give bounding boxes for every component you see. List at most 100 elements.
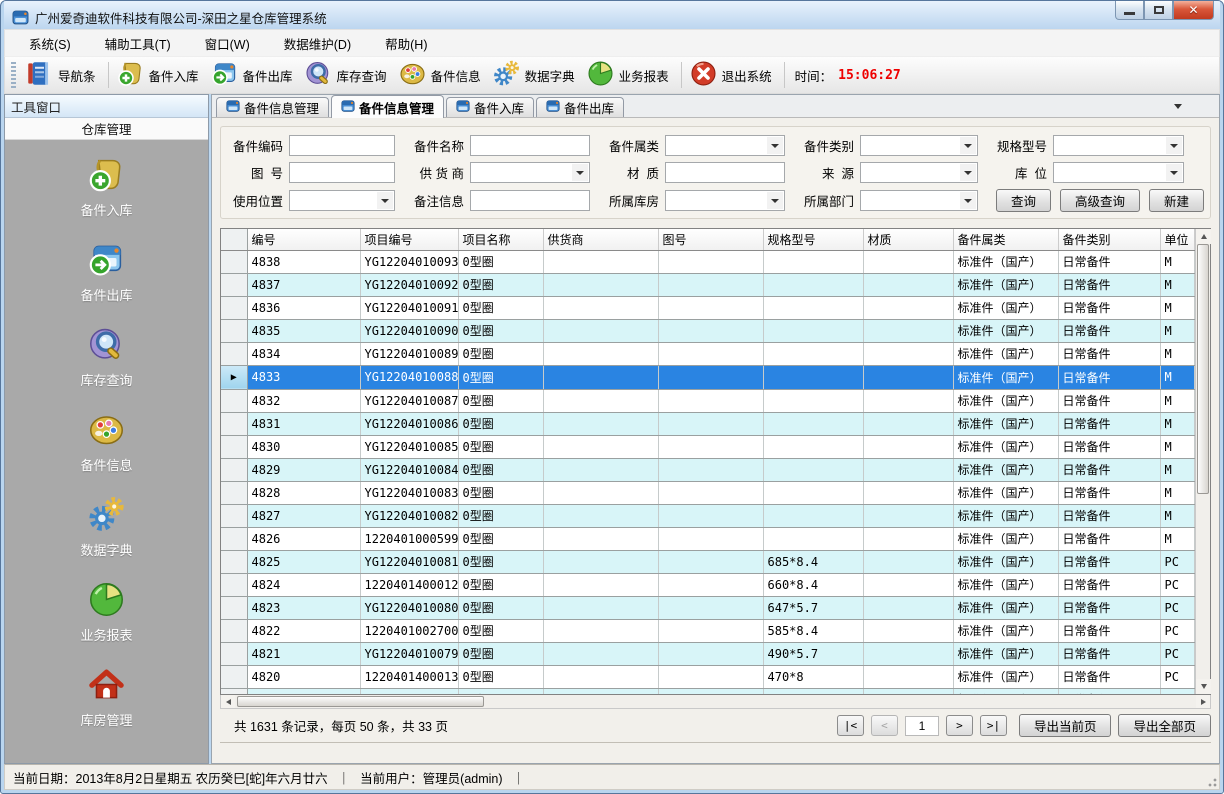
table-row[interactable]: ▶ 4828 YG12204010083 0型圈 标准件（国产） 日常备件 M xyxy=(221,481,1195,504)
scroll-right-button[interactable] xyxy=(1196,695,1210,708)
row-selector-cell[interactable]: ▶ xyxy=(221,250,247,273)
table-row[interactable]: ▶ 4821 YG12204010079 0型圈 490*5.7 标准件（国产）… xyxy=(221,642,1195,665)
horizontal-scroll-thumb[interactable] xyxy=(237,696,484,707)
toolbar-navigator[interactable]: 导航条 xyxy=(22,57,104,93)
menu-aux-tools[interactable]: 辅助工具(T) xyxy=(105,34,171,53)
table-row[interactable]: ▶ 4831 YG12204010086 0型圈 标准件（国产） 日常备件 M xyxy=(221,412,1195,435)
row-selector-cell[interactable]: ▶ xyxy=(221,319,247,342)
vertical-scrollbar[interactable] xyxy=(1195,229,1210,694)
table-row[interactable]: ▶ 4827 YG12204010082 0型圈 标准件（国产） 日常备件 M xyxy=(221,504,1195,527)
part-type-combo[interactable] xyxy=(860,135,978,156)
row-selector-cell[interactable]: ▶ xyxy=(221,550,247,573)
table-row-partial[interactable]: 0型圈 标准件（国产） 日常备件 xyxy=(221,688,1195,694)
menu-window[interactable]: 窗口(W) xyxy=(205,34,250,53)
menu-help[interactable]: 帮助(H) xyxy=(385,34,427,53)
title-bar[interactable]: 广州爱奇迪软件科技有限公司-深田之星仓库管理系统 ✕ xyxy=(4,1,1220,29)
toolbar-business-report[interactable]: 业务报表 xyxy=(583,57,677,93)
warehouse-combo[interactable] xyxy=(665,190,785,211)
header-unit[interactable]: 单位 xyxy=(1160,229,1195,250)
toolbar-stock-query[interactable]: 库存查询 xyxy=(301,57,395,93)
last-page-button[interactable]: >| xyxy=(980,715,1007,736)
part-code-input[interactable] xyxy=(289,135,395,156)
tab-close-button[interactable] xyxy=(1195,99,1209,113)
row-selector-cell[interactable]: ▶ xyxy=(221,342,247,365)
sidebar-item-business-report[interactable]: 业务报表 xyxy=(5,581,208,644)
export-all-pages-button[interactable]: 导出全部页 xyxy=(1118,714,1211,737)
next-page-button[interactable]: > xyxy=(946,715,973,736)
menu-data-maintenance[interactable]: 数据维护(D) xyxy=(284,34,351,53)
supplier-combo[interactable] xyxy=(470,162,590,183)
tab-parts-info-management-2[interactable]: 备件信息管理 xyxy=(331,95,444,118)
toolbar-grip[interactable] xyxy=(11,62,16,88)
toolbar-data-dictionary[interactable]: 数据字典 xyxy=(489,57,583,93)
spec-model-combo[interactable] xyxy=(1053,135,1184,156)
row-selector-cell[interactable]: ▶ xyxy=(221,481,247,504)
department-combo[interactable] xyxy=(860,190,978,211)
horizontal-scrollbar[interactable] xyxy=(220,695,1211,709)
maximize-button[interactable] xyxy=(1144,1,1173,20)
table-row[interactable]: ▶ 4820 1220401400013 0型圈 470*8 标准件（国产） 日… xyxy=(221,665,1195,688)
first-page-button[interactable]: |< xyxy=(837,715,864,736)
dropdown-arrow-icon[interactable] xyxy=(767,192,783,209)
table-row[interactable]: ▶ 4832 YG12204010087 0型圈 标准件（国产） 日常备件 M xyxy=(221,389,1195,412)
sidebar-item-parts-outbound[interactable]: 备件出库 xyxy=(5,241,208,304)
row-selector-cell[interactable]: ▶ xyxy=(221,665,247,688)
part-category-combo[interactable] xyxy=(665,135,785,156)
source-combo[interactable] xyxy=(860,162,978,183)
part-name-input[interactable] xyxy=(470,135,590,156)
advanced-query-button[interactable]: 高级查询 xyxy=(1060,189,1140,212)
scroll-up-button[interactable] xyxy=(1196,229,1211,244)
header-project-no[interactable]: 项目编号 xyxy=(360,229,458,250)
table-row[interactable]: ▶ 4837 YG12204010092 0型圈 标准件（国产） 日常备件 M xyxy=(221,273,1195,296)
remark-input[interactable] xyxy=(470,190,590,211)
sidebar-item-parts-info[interactable]: 备件信息 xyxy=(5,411,208,474)
sidebar-item-stock-query[interactable]: 库存查询 xyxy=(5,326,208,389)
header-material[interactable]: 材质 xyxy=(863,229,953,250)
dropdown-arrow-icon[interactable] xyxy=(1166,137,1182,154)
dropdown-arrow-icon[interactable] xyxy=(572,164,588,181)
query-button[interactable]: 查询 xyxy=(996,189,1051,212)
drawing-no-input[interactable] xyxy=(289,162,395,183)
usage-position-combo[interactable] xyxy=(289,190,395,211)
row-selector-cell[interactable]: ▶ xyxy=(221,573,247,596)
header-spec[interactable]: 规格型号 xyxy=(763,229,863,250)
dropdown-arrow-icon[interactable] xyxy=(960,137,976,154)
resize-grip[interactable] xyxy=(1205,775,1217,787)
table-row[interactable]: ▶ 4829 YG12204010084 0型圈 标准件（国产） 日常备件 M xyxy=(221,458,1195,481)
tab-parts-info-management-1[interactable]: 备件信息管理 xyxy=(216,97,329,117)
sidebar-item-warehouse-management[interactable]: 库房管理 xyxy=(5,666,208,729)
toolbar-parts-info[interactable]: 备件信息 xyxy=(395,57,489,93)
row-selector-cell[interactable]: ▶ xyxy=(221,619,247,642)
header-category[interactable]: 备件属类 xyxy=(953,229,1058,250)
table-row[interactable]: ▶ 4834 YG12204010089 0型圈 标准件（国产） 日常备件 M xyxy=(221,342,1195,365)
row-selector-cell[interactable]: ▶ xyxy=(221,273,247,296)
menu-system[interactable]: 系统(S) xyxy=(29,34,71,53)
toolbar-parts-outbound[interactable]: 备件出库 xyxy=(207,57,301,93)
table-row[interactable]: ▶ 4833 YG12204010088 0型圈 标准件（国产） 日常备件 M xyxy=(221,365,1195,389)
sidebar-item-data-dictionary[interactable]: 数据字典 xyxy=(5,496,208,559)
dropdown-arrow-icon[interactable] xyxy=(960,164,976,181)
warehouse-group-header[interactable]: 仓库管理 xyxy=(5,118,208,140)
prev-page-button[interactable]: < xyxy=(871,715,898,736)
header-supplier[interactable]: 供货商 xyxy=(543,229,658,250)
row-selector-cell[interactable]: ▶ xyxy=(221,412,247,435)
scroll-left-button[interactable] xyxy=(221,695,235,708)
dropdown-arrow-icon[interactable] xyxy=(960,192,976,209)
table-row[interactable]: ▶ 4824 1220401400012 0型圈 660*8.4 标准件（国产）… xyxy=(221,573,1195,596)
row-selector-cell[interactable]: ▶ xyxy=(221,365,247,389)
sidebar-item-parts-inbound[interactable]: 备件入库 xyxy=(5,156,208,219)
table-row[interactable]: ▶ 4822 1220401002700 0型圈 585*8.4 标准件（国产）… xyxy=(221,619,1195,642)
panel-close-button[interactable] xyxy=(186,98,202,114)
tab-list-dropdown-button[interactable] xyxy=(1171,99,1185,113)
close-button[interactable]: ✕ xyxy=(1173,1,1214,20)
header-drawing-no[interactable]: 图号 xyxy=(658,229,763,250)
table-row[interactable]: ▶ 4838 YG12204010093 0型圈 标准件（国产） 日常备件 M xyxy=(221,250,1195,273)
header-id[interactable]: 编号 xyxy=(247,229,360,250)
pin-button[interactable] xyxy=(170,98,186,114)
row-selector-cell[interactable]: ▶ xyxy=(221,527,247,550)
row-selector-cell[interactable]: ▶ xyxy=(221,435,247,458)
row-selector-cell[interactable]: ▶ xyxy=(221,389,247,412)
dropdown-arrow-icon[interactable] xyxy=(1166,164,1182,181)
scroll-down-button[interactable] xyxy=(1196,679,1211,694)
row-selector-cell[interactable]: ▶ xyxy=(221,504,247,527)
